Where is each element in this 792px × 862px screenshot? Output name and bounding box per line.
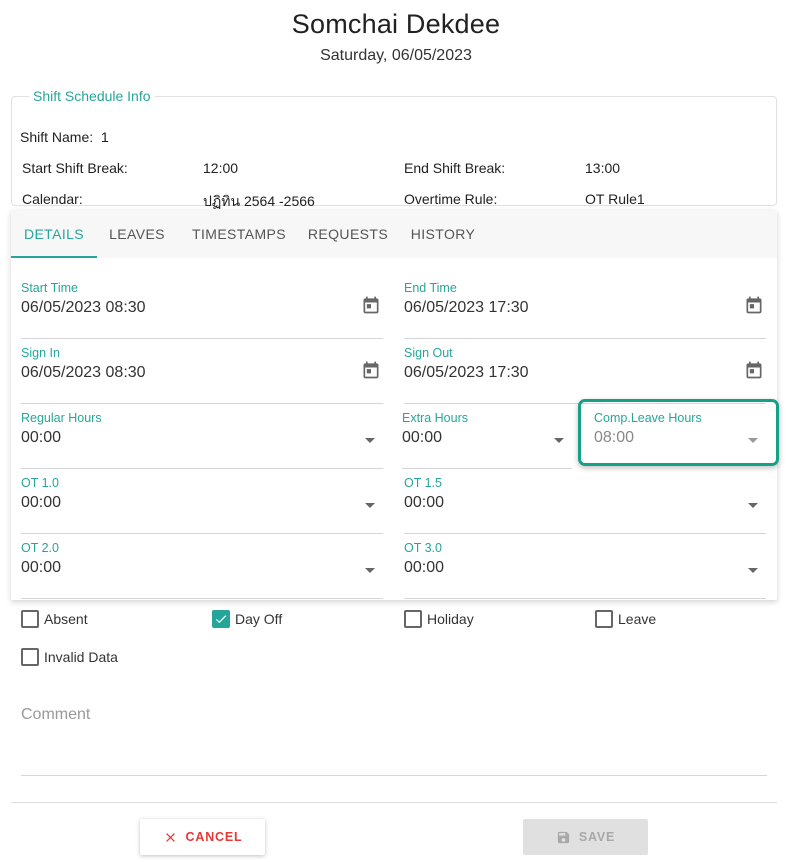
checkbox-box[interactable] — [595, 610, 613, 628]
leave-label: Leave — [618, 611, 657, 627]
day-off-label: Day Off — [235, 611, 283, 627]
absent-label: Absent — [44, 611, 88, 627]
tab-details[interactable]: DETAILS — [11, 210, 97, 258]
save-button[interactable]: SAVE — [523, 819, 648, 855]
ot-3-0-select[interactable]: OT 3.0 00:00 — [404, 541, 766, 599]
leave-checkbox[interactable]: Leave — [595, 609, 695, 629]
checkbox-box[interactable] — [21, 648, 39, 666]
regular-hours-value: 00:00 — [21, 429, 62, 446]
sign-in-field[interactable]: Sign In 06/05/2023 08:30 — [21, 346, 383, 404]
regular-hours-select[interactable]: Regular Hours 00:00 — [21, 411, 383, 469]
start-break-value: 12:00 — [203, 160, 239, 176]
employee-name: Somchai Dekdee — [291, 9, 501, 39]
tab-leaves[interactable]: LEAVES — [102, 210, 172, 258]
ot-3-0-label: OT 3.0 — [404, 541, 442, 555]
ot-3-0-value: 00:00 — [404, 559, 445, 576]
checkbox-box[interactable] — [212, 610, 230, 628]
end-time-field[interactable]: End Time 06/05/2023 17:30 — [404, 281, 766, 339]
extra-hours-select[interactable]: Extra Hours 00:00 — [402, 411, 572, 469]
calendar-icon[interactable] — [744, 360, 764, 380]
ot-1-0-select[interactable]: OT 1.0 00:00 — [21, 476, 383, 534]
ot-rule-label: Overtime Rule: — [404, 191, 498, 207]
invalid-data-checkbox[interactable]: Invalid Data — [21, 647, 141, 667]
extra-hours-value: 00:00 — [402, 429, 443, 446]
save-label: SAVE — [578, 830, 616, 844]
ot-1-5-label: OT 1.5 — [404, 476, 442, 490]
highlight-frame — [578, 399, 779, 466]
ot-2-0-value: 00:00 — [21, 559, 62, 576]
ot-1-0-value: 00:00 — [21, 494, 62, 511]
ot-rule-value: OT Rule1 — [585, 191, 645, 207]
chevron-down-icon[interactable] — [554, 438, 564, 443]
ot-1-5-select[interactable]: OT 1.5 00:00 — [404, 476, 766, 534]
holiday-checkbox[interactable]: Holiday — [404, 609, 504, 629]
schedule-date: Saturday, 06/05/2023 — [320, 47, 472, 64]
page-header: Somchai Dekdee Saturday, 06/05/2023 — [0, 6, 792, 66]
close-icon — [165, 833, 175, 843]
regular-hours-label: Regular Hours — [21, 411, 102, 425]
checkbox-box[interactable] — [21, 610, 39, 628]
sign-in-value: 06/05/2023 08:30 — [21, 364, 146, 381]
chevron-down-icon[interactable] — [748, 568, 758, 573]
shift-name-value: 1 — [101, 129, 109, 145]
ot-2-0-label: OT 2.0 — [21, 541, 59, 555]
calendar-icon[interactable] — [744, 295, 764, 315]
tab-history[interactable]: HISTORY — [405, 210, 481, 258]
ot-2-0-select[interactable]: OT 2.0 00:00 — [21, 541, 383, 599]
comment-field[interactable]: Comment — [21, 702, 767, 776]
start-time-value: 06/05/2023 08:30 — [21, 299, 146, 316]
chevron-down-icon[interactable] — [748, 503, 758, 508]
day-off-checkbox[interactable]: Day Off — [212, 609, 312, 629]
comment-placeholder: Comment — [21, 706, 91, 723]
holiday-label: Holiday — [427, 611, 474, 627]
calendar-label: Calendar: — [22, 191, 83, 207]
sign-out-field[interactable]: Sign Out 06/05/2023 17:30 — [404, 346, 766, 404]
start-break-label: Start Shift Break: — [22, 160, 128, 176]
tab-requests[interactable]: REQUESTS — [306, 210, 390, 258]
save-icon — [557, 832, 569, 844]
shift-info-legend: Shift Schedule Info — [33, 88, 151, 104]
sign-out-label: Sign Out — [404, 346, 453, 360]
start-time-field[interactable]: Start Time 06/05/2023 08:30 — [21, 281, 383, 339]
end-break-value: 13:00 — [585, 160, 621, 176]
absent-checkbox[interactable]: Absent — [21, 609, 121, 629]
check-icon — [215, 615, 227, 624]
chevron-down-icon[interactable] — [365, 503, 375, 508]
extra-hours-label: Extra Hours — [402, 411, 468, 425]
calendar-icon[interactable] — [361, 295, 381, 315]
tab-bar: DETAILS LEAVES TIMESTAMPS REQUESTS HISTO… — [11, 210, 777, 258]
end-time-label: End Time — [404, 281, 457, 295]
ot-1-5-value: 00:00 — [404, 494, 445, 511]
shift-name-label: Shift Name: — [20, 129, 94, 145]
checkbox-box[interactable] — [404, 610, 422, 628]
end-time-value: 06/05/2023 17:30 — [404, 299, 529, 316]
cancel-label: CANCEL — [185, 830, 243, 844]
calendar-icon[interactable] — [361, 360, 381, 380]
footer-divider — [11, 802, 777, 803]
ot-1-0-label: OT 1.0 — [21, 476, 59, 490]
chevron-down-icon[interactable] — [365, 438, 375, 443]
sign-in-label: Sign In — [21, 346, 60, 360]
chevron-down-icon[interactable] — [365, 568, 375, 573]
cancel-button[interactable]: CANCEL — [140, 819, 265, 855]
tab-timestamps[interactable]: TIMESTAMPS — [187, 210, 291, 258]
end-break-label: End Shift Break: — [404, 160, 506, 176]
shift-schedule-info: Shift Schedule Info Shift Name: 1 Start … — [11, 88, 777, 209]
start-time-label: Start Time — [21, 281, 78, 295]
sign-out-value: 06/05/2023 17:30 — [404, 364, 529, 381]
invalid-data-label: Invalid Data — [44, 649, 118, 665]
